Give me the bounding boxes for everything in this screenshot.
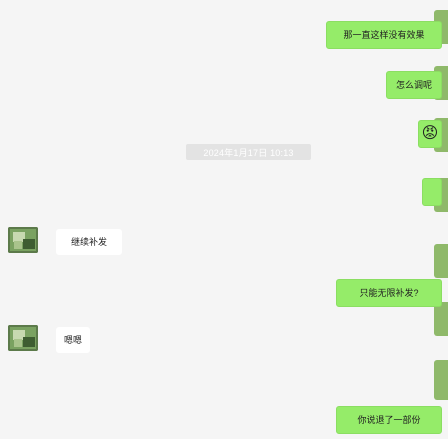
message-text: 你说退了一部份 [357,414,421,425]
message-bubble-self[interactable] [422,178,442,206]
chat-window: 那一直这样没有效果 怎么调呢 😡 2024年1月17日 10:13 只能无限补发… [0,0,448,439]
contact-avatar[interactable] [8,325,38,351]
message-text: 嗯嗯 [63,334,82,345]
self-avatar-7[interactable] [434,360,448,400]
avatar-icon [8,325,38,351]
message-bubble-self[interactable]: 那一直这样没有效果 [326,21,442,49]
message-bubble-contact[interactable]: 嗯嗯 [56,327,90,353]
message-text: 只能无限补发? [359,287,419,298]
message-text: 那一直这样没有效果 [343,29,425,40]
self-avatar-5[interactable] [434,244,448,278]
message-bubble-self[interactable]: 只能无限补发? [336,279,442,307]
message-bubble-contact[interactable]: 继续补发 [56,229,122,255]
message-bubble-self[interactable]: 你说退了一部份 [336,406,442,434]
timestamp-label: 2024年1月17日 10:13 [186,144,311,160]
self-avatar-6[interactable] [434,302,448,336]
message-bubble-self[interactable]: 怎么调呢 [386,71,442,99]
avatar-icon [8,227,38,253]
angry-emoji-icon: 😡 [421,125,439,142]
message-bubble-self[interactable]: 😡 [418,120,442,148]
contact-avatar[interactable] [8,227,38,253]
message-text: 怎么调呢 [395,79,432,90]
message-text: 继续补发 [70,236,107,247]
